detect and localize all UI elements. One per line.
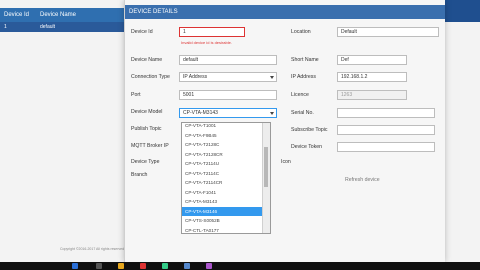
location-label: Location (291, 29, 311, 35)
device-name-label: Device Name (131, 57, 163, 63)
dropdown-option[interactable]: CP-VTA-M3143 (182, 197, 264, 207)
device-model-label: Device Model (131, 109, 163, 115)
device-type-label: Device Type (131, 159, 160, 165)
device-id-label: Device Id (131, 29, 153, 35)
connection-type-label: Connection Type (131, 74, 170, 80)
dropdown-option[interactable]: CP-VTS-S0052B (182, 216, 264, 226)
device-token-label: Device Token (291, 144, 323, 150)
device-model-select[interactable]: CP-VTA-M3143 (179, 108, 277, 118)
dropdown-option[interactable]: CP-VTA-T2128C (182, 140, 264, 150)
column-device-id: Device Id (4, 12, 30, 18)
row-device-id: 1 (4, 24, 7, 30)
mqtt-broker-label: MQTT Broker IP (131, 143, 169, 149)
chevron-down-icon (270, 112, 274, 115)
app-icon[interactable] (184, 263, 190, 269)
icon-label: Icon (281, 159, 291, 165)
connection-type-select[interactable]: IP Address (179, 72, 277, 82)
device-token-input[interactable] (337, 142, 435, 152)
port-label: Port (131, 92, 141, 98)
device-id-error: Invalid device id is desirable. (181, 40, 232, 45)
scrollbar-thumb[interactable] (264, 147, 268, 187)
dropdown-option[interactable]: CP-VTA-M3146 (182, 206, 264, 216)
short-name-input[interactable]: Def (337, 55, 407, 65)
ip-address-input[interactable]: 192.168.1.2 (337, 72, 407, 82)
publish-topic-label: Publish Topic (131, 126, 162, 132)
device-table-header: Device Id Device Name (0, 8, 124, 22)
branch-label: Branch (131, 172, 148, 178)
table-row[interactable]: 1 default (0, 22, 124, 32)
port-input[interactable]: 5001 (179, 90, 277, 100)
dropdown-option[interactable]: CP-VTA-F9B45 (182, 131, 264, 141)
browser-icon[interactable] (140, 263, 146, 269)
dialog-title: DEVICE DETAILS (125, 5, 445, 19)
dropdown-option[interactable]: CP-VTA-T2114CR (182, 178, 264, 188)
dropdown-option[interactable]: CP-VTA-T1001 (182, 123, 264, 131)
row-device-name: default (40, 24, 56, 30)
device-model-value: CP-VTA-M3143 (183, 110, 218, 116)
location-input[interactable]: Default (337, 27, 439, 37)
app-icon[interactable] (162, 263, 168, 269)
connection-type-value: IP Address (183, 74, 208, 80)
serial-no-input[interactable] (337, 108, 435, 118)
dropdown-option[interactable]: CP-VTA-F1041 (182, 188, 264, 198)
dropdown-option[interactable]: CP-CTL-TA0177 (182, 226, 264, 234)
device-id-input[interactable]: 1 (179, 27, 245, 37)
subscribe-topic-input[interactable] (337, 125, 435, 135)
device-details-dialog: DEVICE DETAILS Device Id 1 Invalid devic… (124, 0, 445, 262)
dropdown-option[interactable]: CP-VTA-T2128CR (182, 150, 264, 160)
short-name-label: Short Name (291, 57, 319, 63)
column-device-name: Device Name (40, 12, 77, 18)
refresh-device-link[interactable]: Refresh device (345, 177, 380, 183)
background-top-strip (440, 0, 480, 22)
start-icon[interactable] (72, 263, 78, 269)
device-name-input[interactable]: default (179, 55, 277, 65)
serial-no-label: Serial No. (291, 110, 314, 116)
device-model-dropdown-list[interactable]: CP-VTA-T1001 CP-VTA-F9B45 CP-VTA-T2128C CP-… (181, 122, 271, 234)
ip-address-label: IP Address (291, 74, 316, 80)
dropdown-option[interactable]: CP-VTA-T2114U (182, 159, 264, 169)
licence-input[interactable]: 1263 (337, 90, 407, 100)
chevron-down-icon (270, 76, 274, 79)
subscribe-topic-label: Subscribe Topic (291, 127, 328, 133)
dropdown-option[interactable]: CP-VTA-T2114C (182, 169, 264, 179)
folder-icon[interactable] (118, 263, 124, 269)
app-icon[interactable] (206, 263, 212, 269)
dropdown-scrollbar[interactable] (262, 123, 270, 233)
search-icon[interactable] (96, 263, 102, 269)
licence-label: Licence (291, 92, 309, 98)
